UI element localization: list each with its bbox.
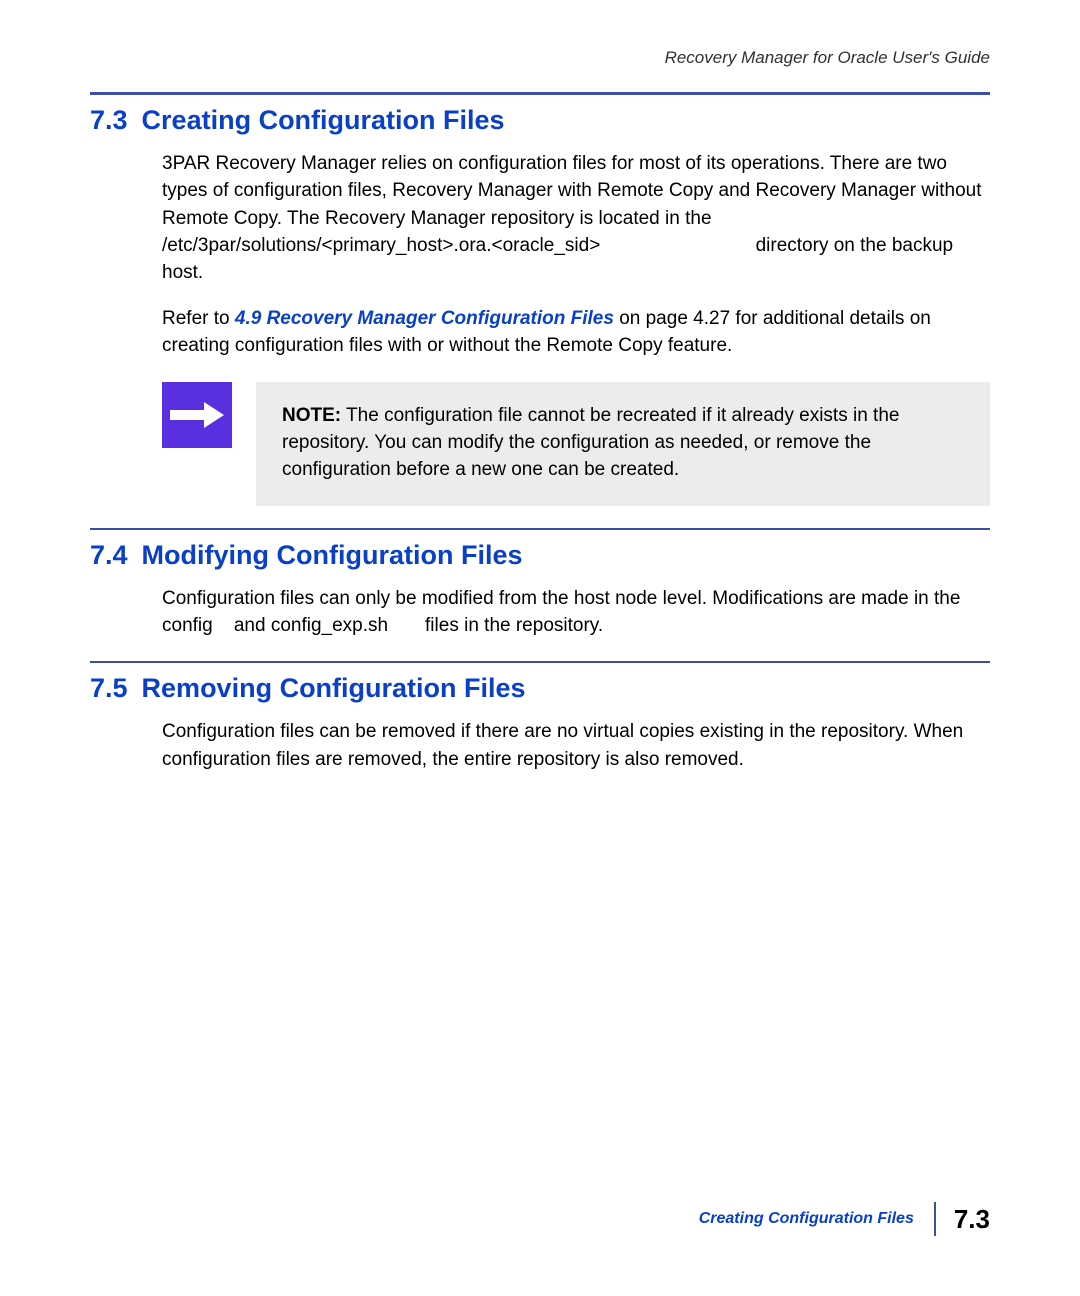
note-callout: NOTE: The configuration file cannot be r… <box>162 382 990 506</box>
paragraph: Configuration files can be removed if th… <box>162 718 990 773</box>
code-inline: config <box>162 615 213 636</box>
note-label: NOTE: <box>282 405 341 426</box>
section-rule <box>90 661 990 663</box>
heading-title: Modifying Configuration Files <box>142 540 523 570</box>
text: 3PAR Recovery Manager relies on configur… <box>162 153 982 229</box>
section-body-7-5: Configuration files can be removed if th… <box>162 718 990 773</box>
text: files in the repository. <box>420 615 603 636</box>
code-path: /etc/3par/solutions/<primary_host>.ora.<… <box>162 235 600 256</box>
code-inline: config_exp.sh <box>271 615 388 636</box>
heading-7-3: 7.3 Creating Configuration Files <box>90 105 990 136</box>
running-header: Recovery Manager for Oracle User's Guide <box>90 48 990 68</box>
cross-ref-link[interactable]: 4.9 Recovery Manager Configuration Files <box>235 308 614 329</box>
footer-divider <box>934 1202 936 1236</box>
note-arrow-icon <box>162 382 232 448</box>
section-rule <box>90 92 990 95</box>
text: Refer to <box>162 308 235 329</box>
heading-title: Removing Configuration Files <box>142 673 526 703</box>
text: and <box>229 615 271 636</box>
heading-number: 7.3 <box>90 105 128 135</box>
heading-number: 7.4 <box>90 540 128 570</box>
footer-page-number: 7.3 <box>954 1204 990 1235</box>
heading-title: Creating Configuration Files <box>142 105 505 135</box>
paragraph: Refer to 4.9 Recovery Manager Configurat… <box>162 305 990 360</box>
page: Recovery Manager for Oracle User's Guide… <box>0 0 1080 1296</box>
section-body-7-4: Configuration files can only be modified… <box>162 585 990 640</box>
section-body-7-3: 3PAR Recovery Manager relies on configur… <box>162 150 990 360</box>
page-footer: Creating Configuration Files 7.3 <box>90 1202 990 1236</box>
footer-section-title: Creating Configuration Files <box>699 1210 934 1228</box>
note-body: The configuration file cannot be recreat… <box>282 405 899 481</box>
heading-number: 7.5 <box>90 673 128 703</box>
note-text: NOTE: The configuration file cannot be r… <box>256 382 990 506</box>
paragraph: Configuration files can only be modified… <box>162 585 990 640</box>
paragraph: 3PAR Recovery Manager relies on configur… <box>162 150 990 287</box>
text: Configuration files can only be modified… <box>162 588 960 609</box>
heading-7-4: 7.4 Modifying Configuration Files <box>90 540 990 571</box>
section-rule <box>90 528 990 530</box>
heading-7-5: 7.5 Removing Configuration Files <box>90 673 990 704</box>
